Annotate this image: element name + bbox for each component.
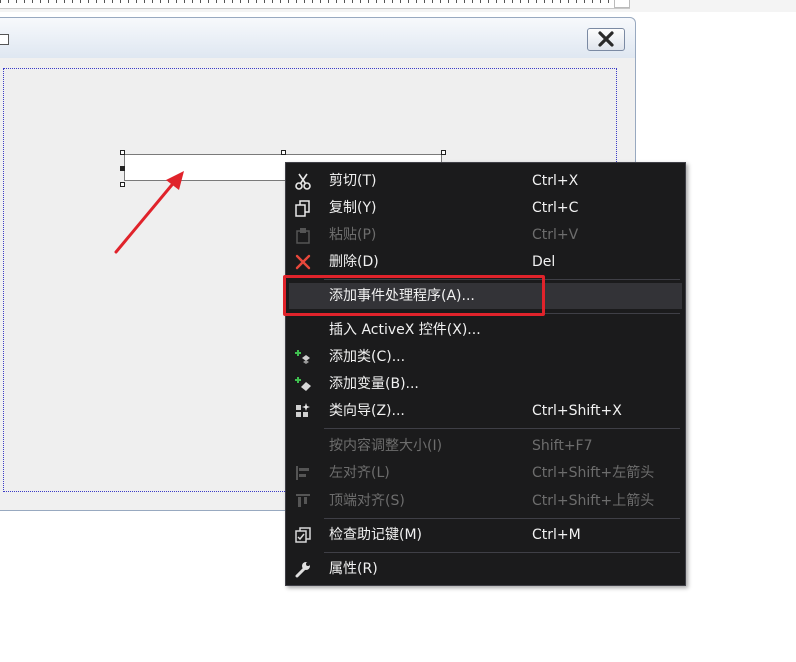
menu-item-shortcut: Del [532, 254, 556, 270]
align-left-icon [296, 466, 309, 480]
menu-item-cut[interactable]: 剪切(T) Ctrl+X [286, 168, 685, 194]
annotation-arrow-icon [114, 171, 184, 254]
ruler-end-box [614, 0, 630, 8]
menu-item-label: 按内容调整大小(I) [329, 438, 443, 454]
menu-item-shortcut: Ctrl+X [532, 173, 579, 189]
annotation-highlight-box [283, 275, 545, 316]
menu-item-shortcut: Shift+F7 [532, 438, 593, 454]
resize-handle-top-left[interactable] [120, 150, 125, 155]
context-menu: 剪切(T) Ctrl+X 复制(Y) Ctrl+C 粘贴(P) Ctrl+V 删… [285, 162, 686, 586]
menu-separator [324, 518, 680, 519]
menu-item-label: 添加变量(B)... [329, 376, 419, 392]
menu-item-label: 顶端对齐(S) [329, 493, 405, 509]
menu-item-label: 添加类(C)... [329, 349, 406, 365]
system-menu-icon[interactable] [0, 34, 9, 45]
menu-item-align-top[interactable]: 顶端对齐(S) Ctrl+Shift+上箭头 [286, 488, 685, 514]
menu-item-paste[interactable]: 粘贴(P) Ctrl+V [286, 222, 685, 248]
dialog-titlebar[interactable] [0, 18, 635, 58]
menu-item-label: 复制(Y) [329, 200, 377, 216]
cut-icon [295, 173, 311, 190]
ruler-ticks [0, 0, 630, 9]
menu-item-label: 左对齐(L) [329, 465, 390, 481]
menu-item-label: 删除(D) [329, 254, 379, 270]
menu-item-shortcut: Ctrl+C [532, 200, 579, 216]
add-variable-icon [295, 377, 311, 391]
wrench-icon [295, 562, 310, 578]
menu-item-shortcut: Ctrl+Shift+X [532, 403, 622, 419]
menu-item-properties[interactable]: 属性(R) [286, 556, 685, 582]
menu-item-label: 属性(R) [329, 561, 378, 577]
menu-item-insert-activex[interactable]: 插入 ActiveX 控件(X)... [286, 317, 685, 343]
menu-item-shortcut: Ctrl+Shift+上箭头 [532, 493, 655, 509]
menu-item-label: 类向导(Z)... [329, 403, 405, 419]
menu-item-add-class[interactable]: 添加类(C)... [286, 344, 685, 370]
delete-icon [295, 254, 311, 270]
resize-handle-top-right[interactable] [441, 150, 446, 155]
copy-icon [295, 200, 310, 217]
close-button[interactable] [587, 28, 625, 51]
class-wizard-icon [296, 403, 310, 417]
ruler-bar [0, 0, 796, 12]
menu-item-label: 剪切(T) [329, 173, 377, 189]
menu-item-size-to-content[interactable]: 按内容调整大小(I) Shift+F7 [286, 433, 685, 459]
menu-separator [324, 552, 680, 553]
menu-item-add-variable[interactable]: 添加变量(B)... [286, 371, 685, 397]
menu-item-class-wizard[interactable]: 类向导(Z)... Ctrl+Shift+X [286, 398, 685, 424]
menu-item-shortcut: Ctrl+Shift+左箭头 [532, 465, 655, 481]
menu-item-shortcut: Ctrl+V [532, 227, 579, 243]
check-mnemonics-icon [295, 527, 311, 543]
add-class-icon [295, 350, 310, 364]
menu-item-align-left[interactable]: 左对齐(L) Ctrl+Shift+左箭头 [286, 460, 685, 486]
menu-item-label: 插入 ActiveX 控件(X)... [329, 322, 481, 338]
menu-separator [324, 428, 680, 429]
menu-item-check-mnemonics[interactable]: 检查助记键(M) Ctrl+M [286, 522, 685, 548]
menu-item-label: 检查助记键(M) [329, 527, 423, 543]
menu-item-delete[interactable]: 删除(D) Del [286, 249, 685, 275]
paste-icon [296, 228, 310, 244]
close-icon [598, 31, 614, 47]
menu-item-shortcut: Ctrl+M [532, 527, 581, 543]
resize-handle-top[interactable] [281, 150, 286, 155]
menu-item-label: 粘贴(P) [329, 227, 377, 243]
menu-item-copy[interactable]: 复制(Y) Ctrl+C [286, 195, 685, 221]
align-top-icon [296, 494, 310, 507]
